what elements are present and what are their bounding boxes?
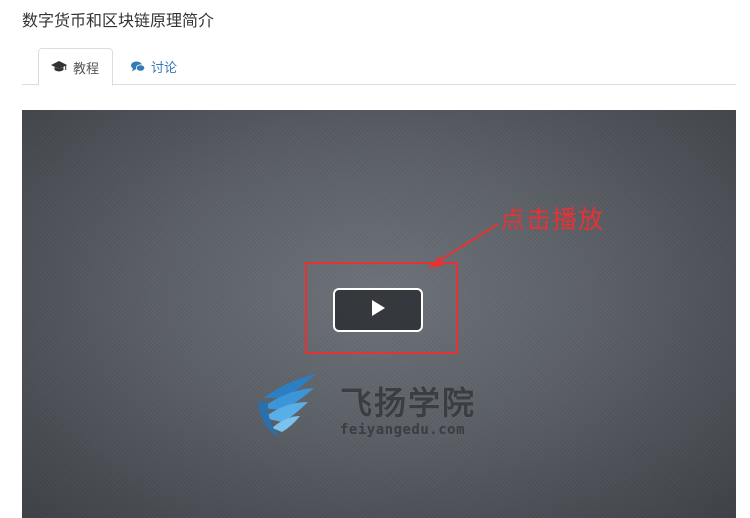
annotation-text: 点击播放 (500, 205, 605, 234)
video-player[interactable]: 飞扬学院 feiyangedu.com 点击播放 (22, 110, 736, 518)
tab-label: 教程 (73, 61, 100, 77)
page-title: 数字货币和区块链原理简介 (22, 11, 215, 30)
tab-tutorial[interactable]: 教程 (38, 48, 113, 86)
tab-label: 讨论 (151, 61, 178, 76)
graduation-cap-icon (51, 61, 67, 73)
tab-bar: 教程 讨论 (22, 48, 736, 86)
annotation-arrow (428, 223, 499, 268)
comments-icon (131, 61, 145, 73)
tab-discussion[interactable]: 讨论 (119, 48, 189, 85)
